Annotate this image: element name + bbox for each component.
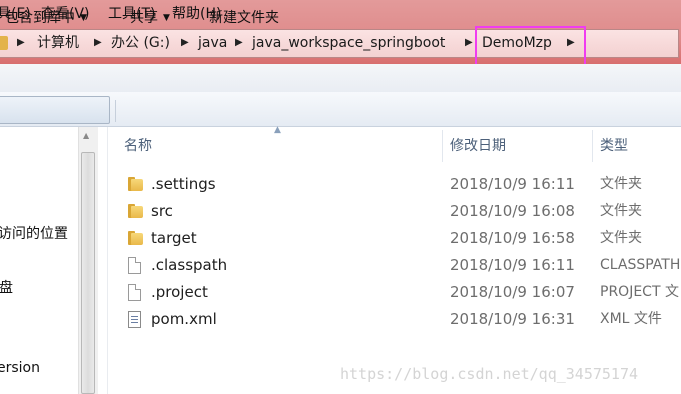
file-name: target	[151, 229, 197, 247]
chevron-right-icon[interactable]: ▶	[465, 33, 473, 53]
watermark-text: https://blog.csdn.net/qq_34575174	[340, 365, 639, 383]
file-row[interactable]: target 2018/10/9 16:58 文件夹	[120, 225, 681, 252]
file-row[interactable]: .settings 2018/10/9 16:11 文件夹	[120, 171, 681, 198]
include-in-library-button[interactable]: 包含到库中 ▼	[5, 7, 87, 29]
file-type: 文件夹	[600, 203, 642, 219]
sort-ascending-icon: ▲	[274, 125, 281, 135]
chevron-right-icon[interactable]: ▶	[235, 33, 243, 53]
breadcrumb-java[interactable]: java	[198, 33, 227, 53]
chevron-right-icon[interactable]: ▶	[94, 33, 102, 53]
chevron-right-icon[interactable]: ▶	[17, 33, 25, 53]
breadcrumb-drive[interactable]: 办公 (G:)	[111, 33, 170, 53]
column-header-name[interactable]: 名称	[124, 130, 152, 162]
column-header-type[interactable]: 类型	[600, 130, 628, 162]
toolbar-divider	[115, 100, 116, 122]
file-date: 2018/10/9 16:58	[450, 229, 575, 247]
file-name: .project	[151, 283, 208, 301]
file-icon	[128, 257, 141, 274]
file-date: 2018/10/9 16:08	[450, 202, 575, 220]
file-type: CLASSPATH	[600, 257, 681, 273]
nav-scrollbar-thumb[interactable]	[81, 152, 95, 394]
file-name: .classpath	[151, 256, 228, 274]
include-in-library-label: 包含到库中	[5, 10, 75, 26]
column-separator[interactable]	[592, 130, 593, 162]
file-type: PROJECT 文	[600, 284, 679, 300]
navigation-pane	[0, 127, 78, 394]
column-separator[interactable]	[442, 130, 443, 162]
share-label: 共享	[130, 10, 158, 26]
folder-icon	[128, 203, 144, 219]
new-folder-button[interactable]: 新建文件夹	[209, 7, 279, 29]
chevron-right-icon[interactable]: ▶	[567, 33, 575, 53]
nav-item-version[interactable]: ersion	[0, 358, 40, 378]
scroll-up-arrow-icon[interactable]: ▲	[83, 131, 89, 140]
file-date: 2018/10/9 16:11	[450, 175, 575, 193]
pane-splitter[interactable]	[98, 127, 108, 394]
chevron-down-icon: ▼	[163, 13, 170, 23]
file-icon	[128, 284, 141, 301]
menu-bar	[0, 64, 681, 93]
xml-file-icon	[128, 311, 141, 328]
file-name: .settings	[151, 175, 216, 193]
folder-icon	[128, 176, 144, 192]
file-row[interactable]: pom.xml 2018/10/9 16:31 XML 文件	[120, 306, 681, 333]
file-type: 文件夹	[600, 230, 642, 246]
nav-item-disk[interactable]: 盘	[0, 278, 13, 298]
file-date: 2018/10/9 16:31	[450, 310, 575, 328]
file-date: 2018/10/9 16:07	[450, 283, 575, 301]
folder-icon	[0, 36, 8, 50]
breadcrumb-computer[interactable]: 计算机	[37, 33, 79, 53]
chevron-right-icon[interactable]: ▶	[181, 33, 189, 53]
file-row[interactable]: src 2018/10/9 16:08 文件夹	[120, 198, 681, 225]
file-row[interactable]: .classpath 2018/10/9 16:11 CLASSPATH	[120, 252, 681, 279]
folder-icon	[128, 230, 144, 246]
column-header-date[interactable]: 修改日期	[450, 130, 506, 162]
include-library-button-frame	[0, 96, 110, 124]
breadcrumb-current-folder[interactable]: DemoMzp	[482, 33, 552, 53]
nav-item-recent-places[interactable]: 访问的位置	[0, 224, 68, 244]
file-name: pom.xml	[151, 310, 217, 328]
file-row[interactable]: .project 2018/10/9 16:07 PROJECT 文	[120, 279, 681, 306]
chevron-down-icon: ▼	[80, 13, 87, 23]
breadcrumb-workspace[interactable]: java_workspace_springboot	[252, 33, 445, 53]
file-type: 文件夹	[600, 176, 642, 192]
file-date: 2018/10/9 16:11	[450, 256, 575, 274]
share-button[interactable]: 共享 ▼	[130, 7, 170, 29]
file-name: src	[151, 202, 173, 220]
file-type: XML 文件	[600, 311, 662, 327]
